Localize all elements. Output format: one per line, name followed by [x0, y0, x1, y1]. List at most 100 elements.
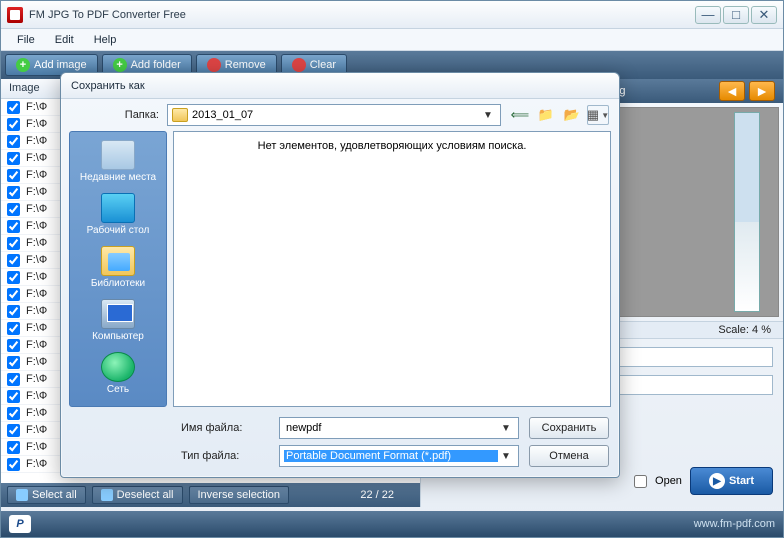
row-checkbox[interactable]	[7, 271, 20, 284]
row-checkbox[interactable]	[7, 169, 20, 182]
checkbox-icon	[101, 489, 113, 501]
place-desktop[interactable]: Рабочий стол	[72, 191, 164, 238]
row-path: F:\Ф	[26, 169, 47, 181]
place-network[interactable]: Сеть	[72, 350, 164, 397]
app-icon	[7, 7, 23, 23]
folder-combo[interactable]: 2013_01_07 ▼	[167, 104, 501, 126]
new-folder-button[interactable]: 📂	[561, 105, 583, 125]
menu-file[interactable]: File	[9, 32, 43, 48]
place-libraries[interactable]: Библиотеки	[72, 244, 164, 291]
row-path: F:\Ф	[26, 356, 47, 368]
deselect-all-button[interactable]: Deselect all	[92, 486, 183, 504]
row-checkbox[interactable]	[7, 220, 20, 233]
row-checkbox[interactable]	[7, 356, 20, 369]
row-path: F:\Ф	[26, 254, 47, 266]
row-checkbox[interactable]	[7, 424, 20, 437]
chevron-down-icon: ▼	[480, 110, 496, 121]
row-checkbox[interactable]	[7, 135, 20, 148]
chevron-down-icon: ▼	[498, 451, 514, 462]
row-checkbox[interactable]	[7, 373, 20, 386]
maximize-button[interactable]: □	[723, 6, 749, 24]
selection-bar: Select all Deselect all Inverse selectio…	[1, 483, 420, 507]
up-folder-button[interactable]: 📁	[535, 105, 557, 125]
row-checkbox[interactable]	[7, 203, 20, 216]
row-checkbox[interactable]	[7, 254, 20, 267]
filename-combo[interactable]: newpdf▼	[279, 417, 519, 439]
minus-icon	[207, 58, 221, 72]
row-checkbox[interactable]	[7, 339, 20, 352]
filename-label: Имя файла:	[181, 422, 269, 434]
row-checkbox[interactable]	[7, 237, 20, 250]
libraries-icon	[101, 246, 135, 276]
open-after-checkbox[interactable]	[634, 475, 647, 488]
row-path: F:\Ф	[26, 288, 47, 300]
row-path: F:\Ф	[26, 135, 47, 147]
close-button[interactable]: ✕	[751, 6, 777, 24]
row-path: F:\Ф	[26, 271, 47, 283]
website-link[interactable]: www.fm-pdf.com	[694, 518, 775, 530]
places-bar: Недавние места Рабочий стол Библиотеки К…	[69, 131, 167, 407]
row-path: F:\Ф	[26, 322, 47, 334]
save-button[interactable]: Сохранить	[529, 417, 609, 439]
row-checkbox[interactable]	[7, 152, 20, 165]
row-path: F:\Ф	[26, 118, 47, 130]
row-path: F:\Ф	[26, 458, 47, 470]
row-checkbox[interactable]	[7, 322, 20, 335]
empty-message: Нет элементов, удовлетворяющих условиям …	[258, 140, 527, 152]
x-icon	[292, 58, 306, 72]
filetype-combo[interactable]: Portable Document Format (*.pdf)▼	[279, 445, 519, 467]
row-checkbox[interactable]	[7, 118, 20, 131]
open-label: Open	[655, 475, 682, 487]
inverse-selection-button[interactable]: Inverse selection	[189, 486, 290, 504]
row-path: F:\Ф	[26, 373, 47, 385]
play-icon: ▶	[709, 473, 725, 489]
row-checkbox[interactable]	[7, 458, 20, 471]
filetype-label: Тип файла:	[181, 450, 269, 462]
row-checkbox[interactable]	[7, 186, 20, 199]
row-path: F:\Ф	[26, 203, 47, 215]
row-path: F:\Ф	[26, 152, 47, 164]
desktop-icon	[101, 193, 135, 223]
plus-icon: +	[16, 58, 30, 72]
place-computer[interactable]: Компьютер	[72, 297, 164, 344]
save-as-dialog: Сохранить как Папка: 2013_01_07 ▼ ⟸ 📁 📂 …	[60, 72, 620, 478]
prev-image-button[interactable]: ◄	[719, 81, 745, 101]
dialog-title: Сохранить как	[61, 73, 619, 99]
row-checkbox[interactable]	[7, 390, 20, 403]
cancel-button[interactable]: Отмена	[529, 445, 609, 467]
titlebar: FM JPG To PDF Converter Free — □ ✕	[1, 1, 783, 29]
menu-help[interactable]: Help	[86, 32, 125, 48]
start-button[interactable]: ▶Start	[690, 467, 773, 495]
plus-icon: +	[113, 58, 127, 72]
back-button[interactable]: ⟸	[509, 105, 531, 125]
row-checkbox[interactable]	[7, 101, 20, 114]
menu-edit[interactable]: Edit	[47, 32, 82, 48]
selection-counter: 22 / 22	[360, 489, 394, 501]
row-path: F:\Ф	[26, 237, 47, 249]
row-checkbox[interactable]	[7, 441, 20, 454]
paypal-icon[interactable]: P	[9, 515, 31, 533]
statusbar: P www.fm-pdf.com	[1, 511, 783, 537]
row-path: F:\Ф	[26, 186, 47, 198]
row-path: F:\Ф	[26, 339, 47, 351]
folder-icon	[172, 108, 188, 122]
row-path: F:\Ф	[26, 390, 47, 402]
row-path: F:\Ф	[26, 101, 47, 113]
row-checkbox[interactable]	[7, 288, 20, 301]
row-path: F:\Ф	[26, 441, 47, 453]
file-browser-area[interactable]: Нет элементов, удовлетворяющих условиям …	[173, 131, 611, 407]
recent-icon	[101, 140, 135, 170]
preview-thumbnail	[734, 112, 760, 312]
minimize-button[interactable]: —	[695, 6, 721, 24]
view-menu-button[interactable]: ▦▼	[587, 105, 609, 125]
row-path: F:\Ф	[26, 305, 47, 317]
checkbox-icon	[16, 489, 28, 501]
network-icon	[101, 352, 135, 382]
next-image-button[interactable]: ►	[749, 81, 775, 101]
row-checkbox[interactable]	[7, 407, 20, 420]
chevron-down-icon: ▼	[498, 423, 514, 434]
place-recent[interactable]: Недавние места	[72, 138, 164, 185]
row-checkbox[interactable]	[7, 305, 20, 318]
folder-value: 2013_01_07	[192, 109, 476, 121]
select-all-button[interactable]: Select all	[7, 486, 86, 504]
